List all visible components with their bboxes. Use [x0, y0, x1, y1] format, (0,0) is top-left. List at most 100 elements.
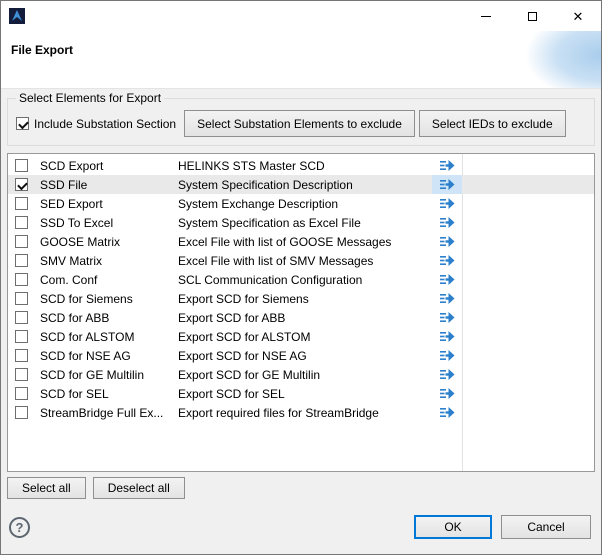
row-description: System Exchange Description [176, 197, 432, 211]
table-row[interactable]: SCD for GE Multilin Export SCD for GE Mu… [8, 365, 594, 384]
row-description: Export SCD for ABB [176, 311, 432, 325]
table-row[interactable]: StreamBridge Full Ex... Export required … [8, 403, 594, 422]
table-row[interactable]: SSD File System Specification Descriptio… [8, 175, 594, 194]
row-checkbox[interactable] [15, 273, 28, 286]
row-name: SSD To Excel [38, 216, 176, 230]
row-checkbox[interactable] [15, 292, 28, 305]
table-row[interactable]: SCD Export HELINKS STS Master SCD [8, 156, 594, 175]
row-checkbox[interactable] [15, 406, 28, 419]
close-button[interactable]: ✕ [555, 1, 601, 31]
export-arrow-icon[interactable] [440, 254, 455, 267]
row-checkbox[interactable] [15, 235, 28, 248]
include-substation-checkbox[interactable]: Include Substation Section [16, 117, 176, 131]
group-controls-row: Include Substation Section Select Substa… [16, 110, 586, 137]
deselect-all-button[interactable]: Deselect all [93, 477, 185, 499]
maximize-icon [528, 12, 537, 21]
row-checkbox-cell [8, 235, 38, 248]
row-checkbox[interactable] [15, 349, 28, 362]
row-icon-cell [432, 403, 462, 422]
export-arrow-icon[interactable] [440, 387, 455, 400]
row-name: SCD for SEL [38, 387, 176, 401]
select-ieds-button[interactable]: Select IEDs to exclude [419, 110, 566, 137]
table-row[interactable]: SCD for SEL Export SCD for SEL [8, 384, 594, 403]
row-checkbox[interactable] [15, 387, 28, 400]
export-arrow-icon[interactable] [440, 292, 455, 305]
row-name: SSD File [38, 178, 176, 192]
row-checkbox[interactable] [15, 216, 28, 229]
row-description: SCL Communication Configuration [176, 273, 432, 287]
row-name: SCD for Siemens [38, 292, 176, 306]
table-row[interactable]: SMV Matrix Excel File with list of SMV M… [8, 251, 594, 270]
table-row[interactable]: GOOSE Matrix Excel File with list of GOO… [8, 232, 594, 251]
row-description: Excel File with list of GOOSE Messages [176, 235, 432, 249]
row-checkbox-cell [8, 387, 38, 400]
row-description: System Specification Description [176, 178, 432, 192]
export-arrow-icon[interactable] [440, 273, 455, 286]
row-description: Export SCD for GE Multilin [176, 368, 432, 382]
ok-button[interactable]: OK [414, 515, 492, 539]
export-table-rows: SCD Export HELINKS STS Master SCD SSD Fi… [8, 154, 594, 422]
cancel-button[interactable]: Cancel [501, 515, 591, 539]
row-description: HELINKS STS Master SCD [176, 159, 432, 173]
export-arrow-icon[interactable] [440, 216, 455, 229]
export-arrow-icon[interactable] [440, 235, 455, 248]
table-row[interactable]: SSD To Excel System Specification as Exc… [8, 213, 594, 232]
row-name: SED Export [38, 197, 176, 211]
row-description: Excel File with list of SMV Messages [176, 254, 432, 268]
table-row[interactable]: SCD for ABB Export SCD for ABB [8, 308, 594, 327]
export-arrow-icon[interactable] [440, 349, 455, 362]
export-arrow-icon[interactable] [440, 368, 455, 381]
row-checkbox[interactable] [15, 368, 28, 381]
table-row[interactable]: SED Export System Exchange Description [8, 194, 594, 213]
row-checkbox[interactable] [15, 178, 28, 191]
row-icon-cell [432, 327, 462, 346]
row-description: Export SCD for ALSTOM [176, 330, 432, 344]
row-checkbox-cell [8, 216, 38, 229]
row-checkbox-cell [8, 273, 38, 286]
row-icon-cell [432, 365, 462, 384]
row-description: Export required files for StreamBridge [176, 406, 432, 420]
row-icon-cell [432, 346, 462, 365]
export-options-table: SCD Export HELINKS STS Master SCD SSD Fi… [7, 153, 595, 472]
row-icon-cell [432, 384, 462, 403]
maximize-button[interactable] [509, 1, 555, 31]
export-arrow-icon[interactable] [440, 330, 455, 343]
checkbox-box [16, 117, 29, 130]
table-row[interactable]: SCD for ALSTOM Export SCD for ALSTOM [8, 327, 594, 346]
row-name: SCD Export [38, 159, 176, 173]
footer-buttons: OK Cancel [414, 515, 591, 539]
row-checkbox[interactable] [15, 330, 28, 343]
table-row[interactable]: Com. Conf SCL Communication Configuratio… [8, 270, 594, 289]
row-checkbox-cell [8, 292, 38, 305]
row-icon-cell [432, 308, 462, 327]
row-checkbox-cell [8, 197, 38, 210]
row-name: SCD for GE Multilin [38, 368, 176, 382]
row-checkbox[interactable] [15, 159, 28, 172]
minimize-icon [481, 16, 491, 17]
checkbox-label: Include Substation Section [34, 117, 176, 131]
help-button[interactable]: ? [9, 517, 30, 538]
export-arrow-icon[interactable] [440, 159, 455, 172]
table-row[interactable]: SCD for Siemens Export SCD for Siemens [8, 289, 594, 308]
row-icon-cell [432, 213, 462, 232]
table-row[interactable]: SCD for NSE AG Export SCD for NSE AG [8, 346, 594, 365]
minimize-button[interactable] [463, 1, 509, 31]
row-checkbox-cell [8, 330, 38, 343]
row-checkbox[interactable] [15, 197, 28, 210]
row-icon-cell [432, 232, 462, 251]
row-checkbox[interactable] [15, 311, 28, 324]
select-all-button[interactable]: Select all [7, 477, 86, 499]
row-checkbox[interactable] [15, 254, 28, 267]
export-arrow-icon[interactable] [440, 197, 455, 210]
row-name: SCD for ALSTOM [38, 330, 176, 344]
row-description: Export SCD for Siemens [176, 292, 432, 306]
row-icon-cell [432, 175, 462, 194]
app-icon[interactable] [9, 8, 25, 24]
row-description: System Specification as Excel File [176, 216, 432, 230]
export-arrow-icon[interactable] [440, 311, 455, 324]
export-arrow-icon[interactable] [440, 178, 455, 191]
select-substation-elements-button[interactable]: Select Substation Elements to exclude [184, 110, 415, 137]
row-name: SCD for ABB [38, 311, 176, 325]
export-arrow-icon[interactable] [440, 406, 455, 419]
group-label: Select Elements for Export [16, 91, 164, 105]
